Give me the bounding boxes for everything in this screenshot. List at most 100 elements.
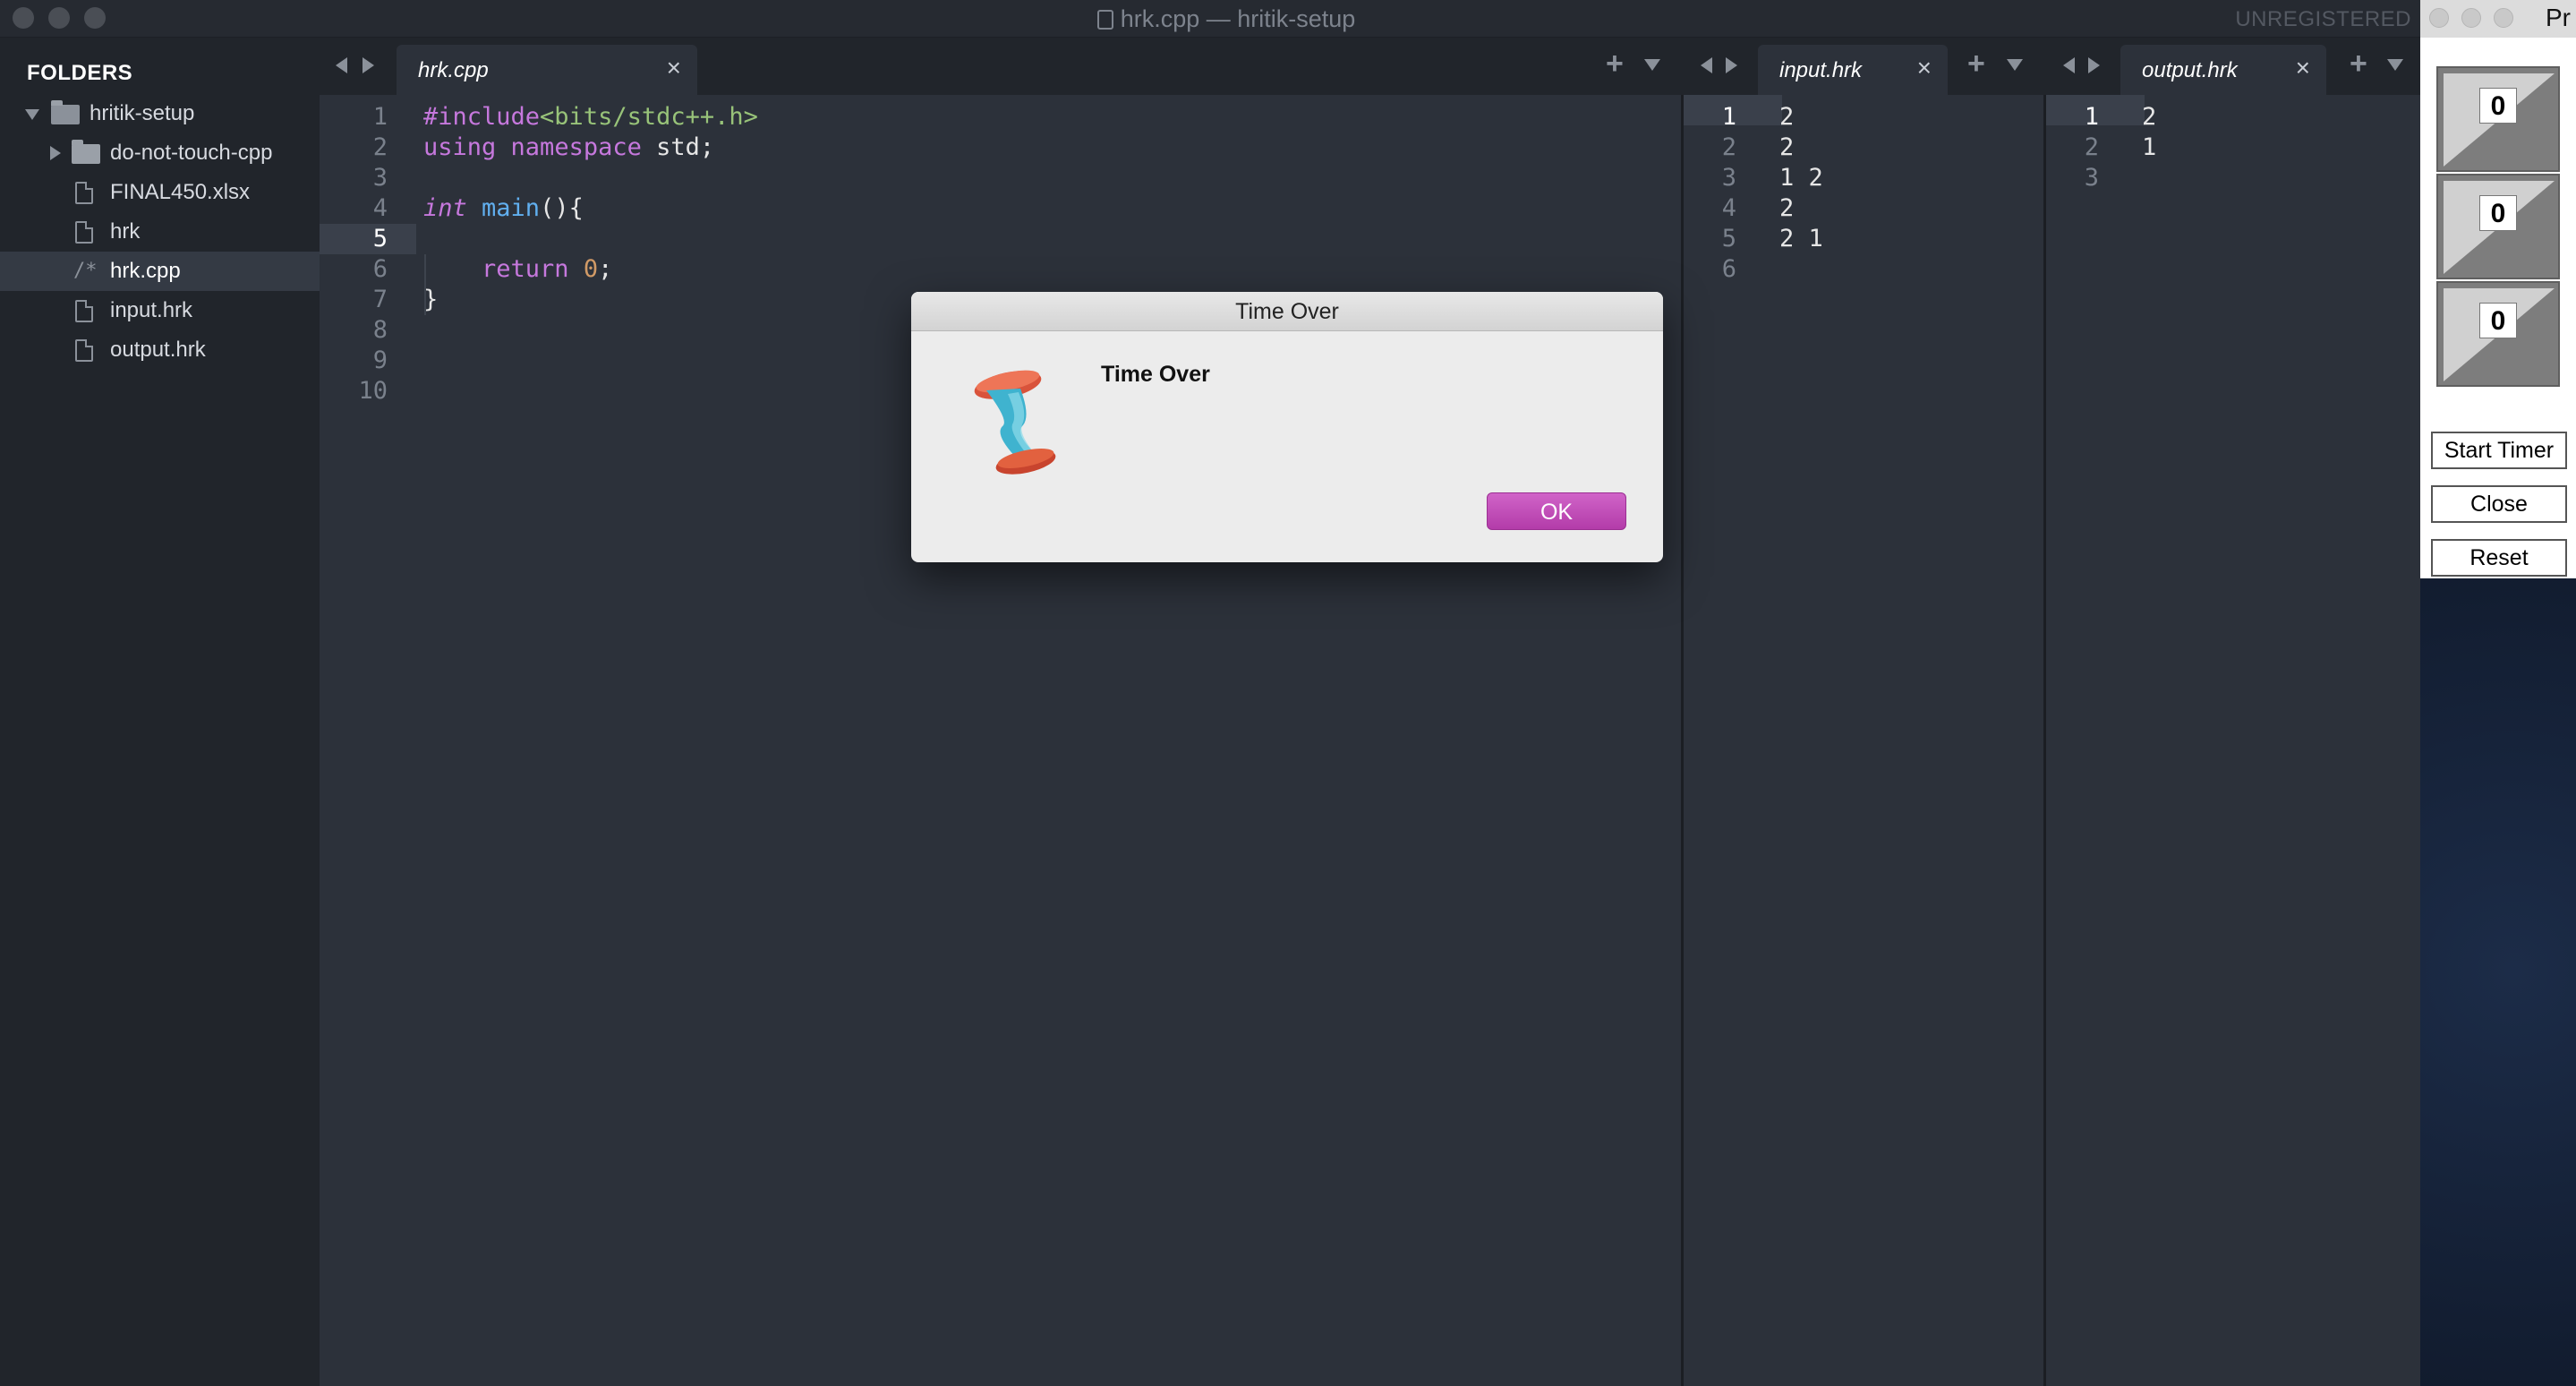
tree-item-file[interactable]: output.hrk (0, 330, 320, 370)
line-number: 1 (1721, 103, 1736, 131)
input-pane: input.hrk × + 123456 221 222 1 (1681, 38, 2043, 1386)
file-icon (75, 300, 93, 322)
editor-pane: hrk.cpp × + 1 2 3 4 5 6 7 8 9 10 #include<bits/st… (320, 38, 1904, 1386)
tree-item-label: hrk.cpp (110, 259, 181, 283)
tree-item-label: do-not-touch-cpp (110, 141, 273, 165)
tree-item-file[interactable]: input.hrk (0, 291, 320, 330)
minutes-value: 0 (2479, 195, 2517, 231)
line-number: 2 (372, 133, 388, 161)
line-number: 1 (2084, 103, 2099, 131)
code-line: using namespace std; (423, 133, 714, 163)
line-number: 4 (372, 194, 388, 222)
timer-app-window: Pr 0 0 0 Start Timer Close Reset (2420, 0, 2576, 1386)
line-number: 6 (1721, 255, 1736, 283)
text-line: 1 (2142, 133, 2157, 161)
tab-prev-icon[interactable] (336, 57, 347, 73)
text-line: 1 2 (1779, 164, 1823, 192)
tab-menu-chevron-icon[interactable] (1644, 59, 1660, 71)
new-tab-plus-icon[interactable]: + (1967, 47, 1985, 81)
dialog-message: Time Over (1101, 362, 1210, 387)
editor-tabbar: hrk.cpp × + (320, 38, 1681, 95)
code-token: using (423, 133, 511, 161)
code-line: int main(){ (423, 193, 584, 224)
output-tabbar: output.hrk × + (2043, 38, 2420, 95)
hours-value: 0 (2479, 88, 2517, 124)
seconds-display: 0 (2436, 281, 2560, 387)
tree-item-file[interactable]: FINAL450.xlsx (0, 173, 320, 212)
code-token: main (482, 194, 541, 222)
code-token: int (423, 194, 482, 222)
hourglass-icon (974, 370, 1056, 475)
timer-window-title: Pr (2546, 4, 2571, 31)
folder-icon (72, 140, 100, 164)
line-number: 8 (372, 316, 388, 344)
tab-label: hrk.cpp (418, 58, 489, 82)
ok-button[interactable]: OK (1487, 492, 1626, 530)
file-icon (75, 221, 93, 244)
text-line: 2 (1779, 103, 1795, 131)
disclosure-closed-icon[interactable] (50, 146, 61, 160)
line-number: 1 (372, 103, 388, 131)
close-tab-icon[interactable]: × (1917, 54, 1932, 82)
disclosure-open-icon[interactable] (25, 109, 39, 120)
code-token: return (423, 255, 584, 283)
new-tab-plus-icon[interactable]: + (1606, 47, 1624, 81)
dialog-title: Time Over (911, 292, 1663, 331)
tab-label: input.hrk (1779, 58, 1863, 82)
code-editor[interactable]: 1 2 3 4 5 6 7 8 9 10 #include<bits/stdc++.h> using… (320, 95, 1681, 1386)
tree-item-label: input.hrk (110, 298, 193, 322)
close-tab-icon[interactable]: × (667, 54, 681, 82)
input-editor[interactable]: 123456 221 222 1 (1681, 95, 2043, 1386)
line-number: 5 (372, 225, 388, 252)
folder-open-icon (51, 100, 80, 124)
tree-item-folder[interactable]: do-not-touch-cpp (0, 133, 320, 173)
tab-next-icon[interactable] (1726, 57, 1737, 73)
tab-prev-icon[interactable] (1701, 57, 1712, 73)
line-number: 3 (2084, 164, 2099, 192)
line-number: 9 (372, 346, 388, 374)
minimize-window-button[interactable] (2461, 8, 2481, 28)
tab-output-hrk[interactable]: output.hrk × (2120, 45, 2326, 95)
output-editor[interactable]: 123 21 (2043, 95, 2420, 1386)
tab-menu-chevron-icon[interactable] (2007, 59, 2023, 71)
line-number: 7 (372, 286, 388, 313)
new-tab-plus-icon[interactable]: + (2350, 47, 2367, 81)
tab-prev-icon[interactable] (2063, 57, 2075, 73)
tree-root-folder[interactable]: hritik-setup (0, 94, 320, 133)
tab-menu-chevron-icon[interactable] (2387, 59, 2403, 71)
code-line: return 0; (423, 254, 612, 285)
line-number: 2 (1721, 133, 1736, 161)
tree-item-label: FINAL450.xlsx (110, 180, 251, 204)
tab-input-hrk[interactable]: input.hrk × (1758, 45, 1948, 95)
window-title-text: hrk.cpp — hritik-setup (1120, 5, 1356, 32)
code-token: 0 (583, 255, 599, 283)
text-line: 2 (2142, 103, 2157, 131)
tab-label: output.hrk (2142, 58, 2238, 82)
tree-item-file-active[interactable]: /* hrk.cpp (0, 252, 320, 291)
text-line: 2 (1779, 194, 1795, 222)
folders-sidebar: FOLDERS hritik-setup do-not-touch-cpp FI… (0, 38, 320, 1386)
start-timer-button[interactable]: Start Timer (2431, 432, 2567, 469)
tab-next-icon[interactable] (2088, 57, 2100, 73)
text-line: 2 (1779, 133, 1795, 161)
line-number: 6 (372, 255, 388, 283)
close-window-button[interactable] (2429, 8, 2449, 28)
indent-guide (424, 254, 426, 315)
tab-hrk-cpp[interactable]: hrk.cpp × (397, 45, 697, 95)
tree-item-label: output.hrk (110, 338, 206, 362)
code-token: ; (598, 255, 613, 283)
input-tabbar: input.hrk × + (1681, 38, 2043, 95)
zoom-window-button[interactable] (2494, 8, 2513, 28)
code-token: #include (423, 103, 541, 131)
tree-item-file[interactable]: hrk (0, 212, 320, 252)
timer-titlebar: Pr (2420, 0, 2576, 38)
output-pane: output.hrk × + 123 21 (2043, 38, 2420, 1386)
close-tab-icon[interactable]: × (2296, 54, 2310, 82)
reset-button[interactable]: Reset (2431, 539, 2567, 577)
line-number: 2 (2084, 133, 2099, 161)
line-number: 3 (372, 164, 388, 192)
close-button[interactable]: Close (2431, 485, 2567, 523)
line-number: 3 (1721, 164, 1736, 192)
tab-next-icon[interactable] (363, 57, 374, 73)
window-title: hrk.cpp — hritik-setup (0, 5, 2452, 33)
